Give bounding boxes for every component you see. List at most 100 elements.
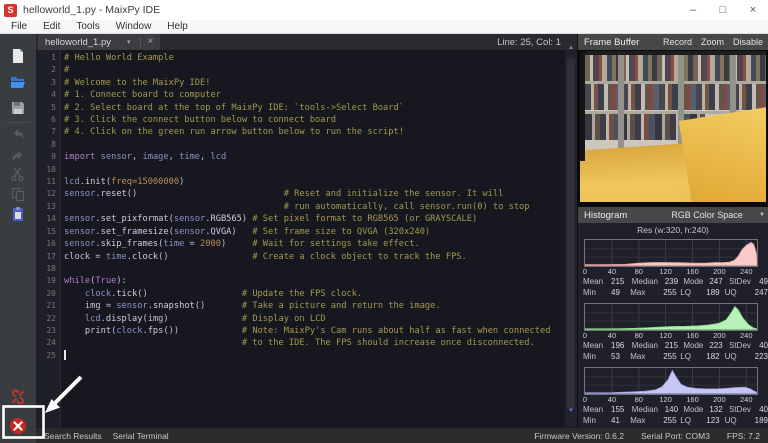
- line-number: 1: [51, 53, 56, 62]
- stat-mode: Mode 223: [683, 341, 729, 350]
- stat-value: 223: [709, 341, 723, 350]
- stat-value: 255: [663, 288, 677, 297]
- stat-label: Min: [583, 352, 596, 361]
- stat-label: Min: [583, 288, 596, 297]
- line-number: 3: [51, 77, 56, 87]
- disable-button[interactable]: Disable: [733, 37, 763, 47]
- status-info: Firmware Version: 0.6.2 Serial Port: COM3…: [534, 431, 760, 441]
- panel-splitter[interactable]: [577, 34, 578, 427]
- stat-label: UQ: [724, 288, 737, 297]
- stat-lq: LQ 182: [680, 352, 724, 361]
- stat-mode: Mode 247: [683, 277, 729, 286]
- histogram-plot-blue: [584, 367, 758, 395]
- code-line: 19 while(True):: [36, 275, 577, 287]
- line-number: 10: [46, 164, 56, 174]
- line-number: 24: [46, 338, 56, 348]
- menu-item-help[interactable]: Help: [159, 21, 196, 32]
- status-tabs: Search Results Serial Terminal: [36, 431, 169, 441]
- code-line: 14 sensor.set_pixformat(sensor.RGB565) # …: [36, 213, 577, 225]
- scroll-up-icon[interactable]: ▲: [565, 42, 577, 54]
- stop-icon[interactable]: [9, 417, 27, 435]
- histogram-axis-red: 0 40 80 120 160 200 240: [578, 267, 768, 276]
- axis-tick: 40: [607, 331, 617, 340]
- histogram-stats-row: Mean 215 Median 239 Mode 247 StDev 49: [583, 276, 768, 287]
- frame-buffer-title: Frame Buffer: [584, 36, 640, 48]
- stat-value: 41: [611, 416, 620, 425]
- code-editor[interactable]: 1 # Hello World Example 2 #3 # Welcome to th…: [36, 50, 577, 427]
- axis-tick: 120: [659, 395, 672, 404]
- histogram-plot-red: [584, 239, 758, 267]
- zoom-button[interactable]: Zoom: [701, 37, 724, 47]
- paste-icon[interactable]: [10, 206, 26, 222]
- copy-icon[interactable]: [10, 186, 26, 202]
- histogram-stats-row: Mean 155 Median 140 Mode 132 StDev 40: [583, 404, 768, 415]
- code-line: 8: [36, 139, 577, 151]
- line-number: 2: [51, 65, 56, 75]
- status-item: FPS: 7.2: [726, 430, 760, 441]
- status-item: Serial Port: COM3: [640, 430, 710, 441]
- menu-item-window[interactable]: Window: [108, 21, 160, 32]
- scroll-down-icon[interactable]: ▼: [565, 405, 577, 417]
- stat-label: Median: [631, 405, 658, 414]
- cut-icon[interactable]: [10, 166, 26, 182]
- stat-label: StDev: [729, 277, 751, 286]
- stat-max: Max 255: [630, 288, 680, 297]
- stat-value: 132: [709, 405, 723, 414]
- line-number: 17: [46, 251, 56, 261]
- color-space-dropdown[interactable]: RGB Color Space ▼: [646, 207, 768, 223]
- menu-item-tools[interactable]: Tools: [68, 21, 107, 32]
- axis-tick: 80: [634, 395, 643, 404]
- code-line: 7 # 4. Click on the green run arrow butto…: [36, 126, 577, 138]
- histogram-stats-row: Mean 196 Median 215 Mode 223 StDev 40: [583, 340, 768, 351]
- window-title: helloworld_1.py - MaixPy IDE: [23, 4, 161, 16]
- stat-label: Mean: [583, 341, 604, 350]
- disconnect-icon[interactable]: [10, 389, 26, 405]
- record-button[interactable]: Record: [663, 37, 692, 47]
- stat-value: 189: [706, 288, 720, 297]
- tab-dropdown-icon[interactable]: ▾: [127, 38, 131, 46]
- code-line: 3 # Welcome to the MaixPy IDE!: [36, 77, 577, 89]
- stat-uq: UQ 223: [725, 352, 768, 361]
- code-line: 24 # to the IDE. The FPS should increase…: [36, 337, 577, 349]
- editor-scrollbar[interactable]: ▲ ▼: [565, 45, 577, 427]
- scrollbar-thumb[interactable]: [567, 58, 575, 410]
- tab-close-icon[interactable]: ×: [139, 37, 153, 47]
- axis-tick: 40: [607, 267, 617, 276]
- stat-label: LQ: [680, 416, 691, 425]
- stat-max: Max 255: [630, 352, 680, 361]
- stat-value: 239: [664, 277, 679, 286]
- stat-label: LQ: [680, 352, 691, 361]
- save-icon[interactable]: [10, 100, 26, 116]
- status-tab-search-results[interactable]: Search Results: [44, 431, 102, 441]
- code-line: 20 clock.tick() # Update the FPS clock.: [36, 288, 577, 300]
- stat-value: 196: [611, 341, 625, 350]
- code-line: 6 # 3. Click the connect button below to …: [36, 114, 577, 126]
- open-file-icon[interactable]: [10, 74, 26, 90]
- menu-item-file[interactable]: File: [3, 21, 35, 32]
- line-number: 23: [46, 325, 56, 335]
- maximize-button[interactable]: □: [708, 0, 738, 20]
- stat-uq: UQ 247: [725, 288, 768, 297]
- minimize-button[interactable]: –: [678, 0, 708, 20]
- status-tab-serial-terminal[interactable]: Serial Terminal: [113, 431, 169, 441]
- histogram-plot-green: [584, 303, 758, 331]
- close-button[interactable]: ×: [738, 0, 768, 20]
- redo-icon[interactable]: [10, 148, 26, 164]
- code-line: 4 # 1. Connect board to computer: [36, 89, 577, 101]
- new-file-icon[interactable]: [10, 48, 26, 64]
- line-number: 22: [46, 313, 56, 323]
- image-left-edge: [580, 51, 585, 161]
- menu-item-edit[interactable]: Edit: [35, 21, 68, 32]
- code-line: 15 sensor.set_framesize(sensor.QVGA) # Se…: [36, 226, 577, 238]
- tab-helloworld[interactable]: helloworld_1.py ▾ ×: [38, 34, 161, 50]
- shelf-post: [618, 55, 624, 155]
- menu-bar: File Edit Tools Window Help: [0, 20, 768, 34]
- stat-mean: Mean 155: [583, 405, 632, 414]
- axis-tick: 40: [607, 395, 617, 404]
- stat-label: Max: [630, 352, 646, 361]
- undo-icon[interactable]: [10, 126, 26, 142]
- axis-tick: 200: [713, 395, 726, 404]
- axis-tick: 200: [713, 267, 726, 276]
- code-line: 23 print(clock.fps()) # Note: MaixPy's C…: [36, 325, 577, 337]
- line-number: 9: [51, 152, 56, 162]
